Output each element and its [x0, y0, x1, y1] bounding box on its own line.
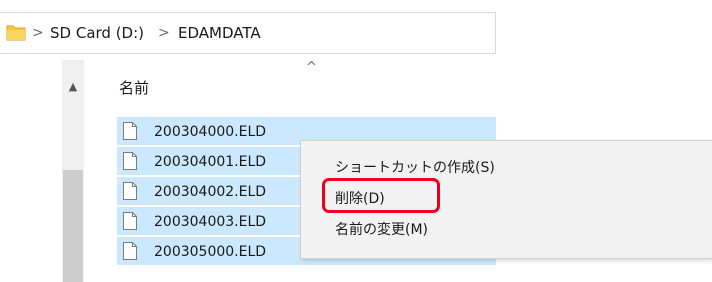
document-icon	[123, 122, 137, 140]
file-name: 200304002.ELD	[154, 184, 267, 200]
column-header-name[interactable]: 名前	[119, 77, 149, 98]
file-name: 200304001.ELD	[154, 154, 267, 170]
chevron-right-icon: >	[158, 25, 170, 41]
breadcrumb-sd-card[interactable]: SD Card (D:)	[50, 23, 144, 43]
file-name: 200305000.ELD	[154, 244, 267, 260]
document-icon	[123, 212, 137, 230]
document-icon	[123, 152, 137, 170]
document-icon	[123, 182, 137, 200]
document-icon	[123, 242, 137, 260]
menu-item-rename[interactable]: 名前の変更(M)	[335, 221, 428, 239]
annotation-highlight-box	[322, 178, 440, 213]
chevron-up-icon[interactable]: ▲	[62, 80, 84, 100]
file-name: 200304003.ELD	[154, 214, 267, 230]
breadcrumb-edamdata[interactable]: EDAMDATA	[178, 23, 261, 43]
file-name: 200304000.ELD	[154, 124, 267, 140]
nav-scrollbar[interactable]: ▲	[62, 60, 84, 282]
sort-ascending-icon: ^	[306, 60, 317, 75]
scrollbar-thumb[interactable]	[63, 170, 83, 282]
menu-item-create-shortcut[interactable]: ショートカットの作成(S)	[335, 159, 495, 177]
folder-icon	[6, 25, 26, 41]
chevron-right-icon: >	[32, 25, 44, 41]
address-bar[interactable]: > SD Card (D:) > EDAMDATA	[0, 12, 496, 54]
